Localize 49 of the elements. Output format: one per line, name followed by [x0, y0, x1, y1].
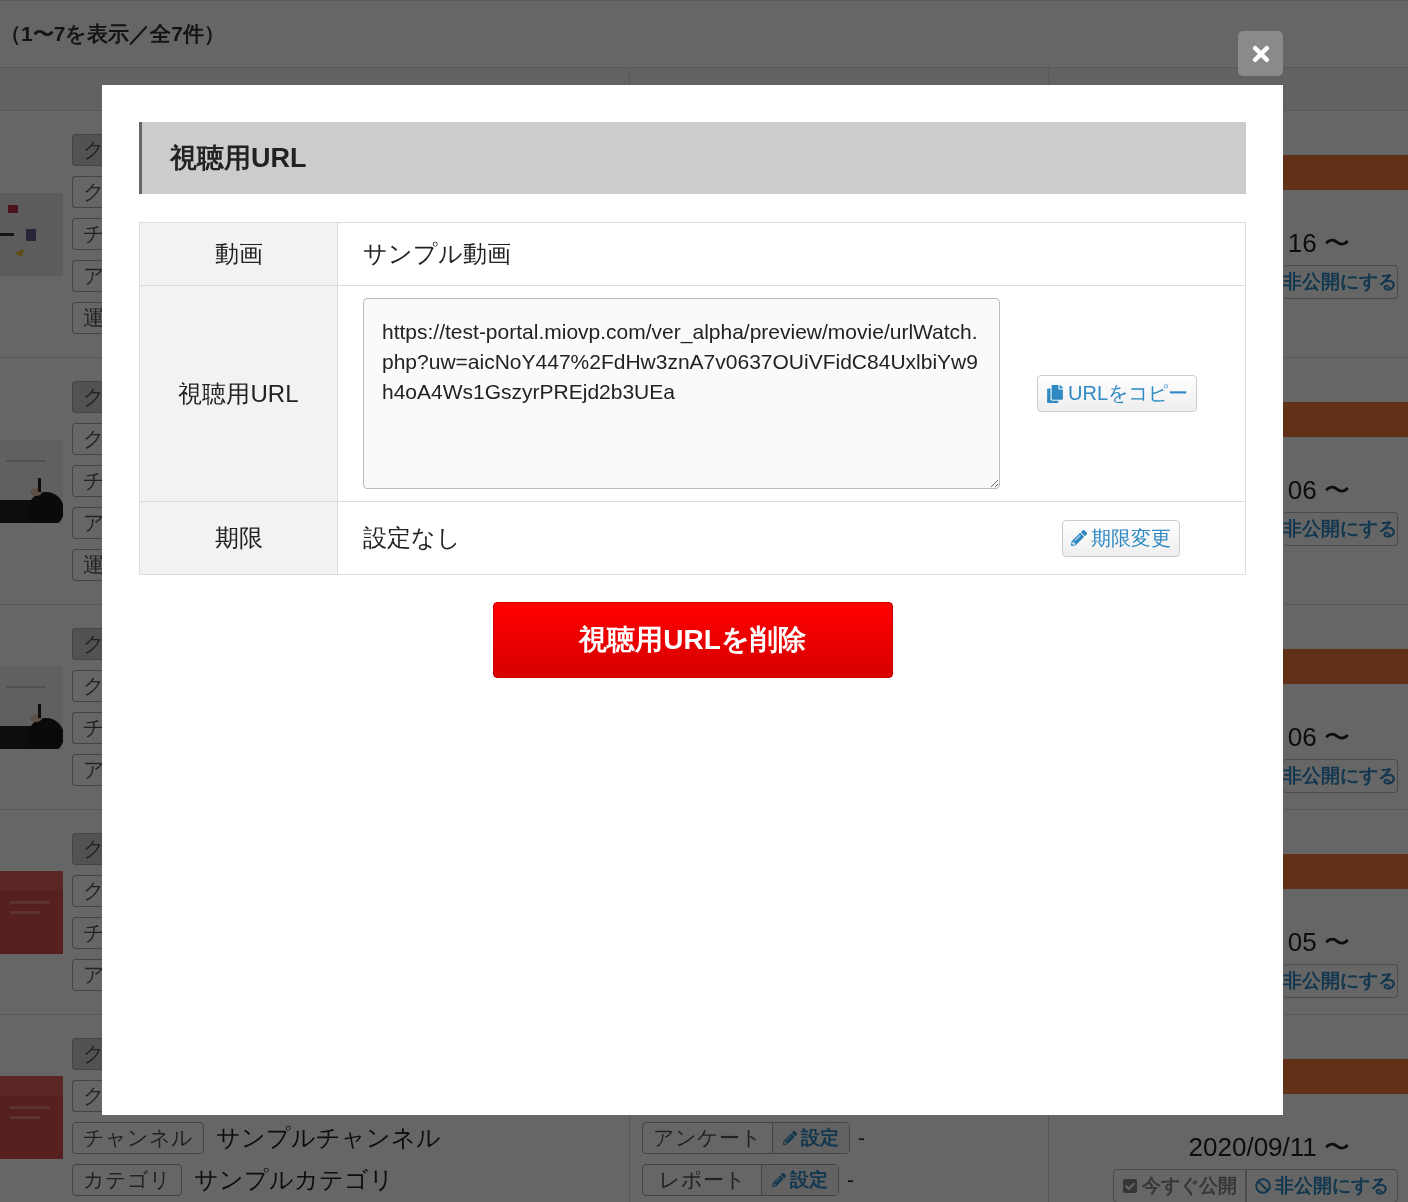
tag-value: サンプルチャンネル — [216, 1123, 441, 1153]
unpublish-button[interactable]: 非公開にする — [1283, 265, 1398, 299]
setting-value: - — [858, 1126, 865, 1150]
url-field[interactable]: https://test-portal.miovp.com/ver_alpha/preview/movie/urlWatch.php?uw=aicNoY447%2FdHw3znA7v0637OUiVFidC84UxlbiYw9h4oA4Ws1GszyrPREjd2b3UEa — [363, 298, 1000, 489]
tag-label: チ — [72, 712, 102, 744]
tag-label: チ — [72, 917, 102, 949]
field-label: 期限 — [140, 501, 338, 574]
tag-label: 運 — [72, 549, 102, 581]
tag-label: カテゴリ — [72, 1164, 182, 1196]
setting-button[interactable]: 設定 — [772, 1123, 849, 1153]
unpublish-button[interactable]: 非公開にする — [1283, 964, 1398, 998]
unpublish-button[interactable]: 非公開にする — [1283, 759, 1398, 793]
publish-date: 16 〜 — [1287, 228, 1350, 258]
tag-label: チ — [72, 465, 102, 497]
setting-label: レポート — [657, 1167, 747, 1193]
setting-value: - — [847, 1168, 854, 1192]
copy-icon — [1046, 384, 1064, 403]
publish-date: 06 〜 — [1287, 722, 1350, 752]
tag-label: ク — [72, 670, 102, 702]
close-button[interactable] — [1238, 31, 1283, 76]
delete-url-button[interactable]: 視聴用URLを削除 — [492, 602, 893, 678]
setting-button[interactable]: 設定 — [761, 1165, 838, 1195]
field-value: サンプル動画 — [363, 239, 512, 269]
pencil-icon — [1071, 530, 1087, 546]
unpublish-button[interactable]: 非公開にする — [1283, 512, 1398, 546]
tag-label: 運 — [72, 302, 102, 334]
field-value: 設定なし — [363, 523, 462, 553]
pencil-icon — [783, 1131, 797, 1145]
result-count: （1〜7を表示／全7件） — [0, 21, 226, 47]
tag-label: ク — [72, 1080, 102, 1112]
checkbox-icon — [1122, 1178, 1138, 1194]
tag-value: サンプルカテゴリ — [194, 1165, 394, 1195]
field-label: 視聴用URL — [140, 285, 338, 501]
ban-icon — [1255, 1178, 1271, 1194]
tag-label: ク — [72, 176, 102, 208]
dialog-title: 視聴用URL — [139, 122, 1246, 194]
unpublish-button[interactable]: 非公開にする — [1246, 1169, 1398, 1202]
tag-label: ク — [72, 423, 102, 455]
field-label: 動画 — [140, 223, 338, 285]
tag-label: ク — [72, 875, 102, 907]
change-expiry-button[interactable]: 期限変更 — [1062, 519, 1180, 557]
publish-date: 05 〜 — [1287, 927, 1350, 957]
pencil-icon — [772, 1173, 786, 1187]
publish-date: 2020/09/11 〜 — [1188, 1132, 1350, 1162]
setting-label: アンケート — [652, 1125, 763, 1151]
publish-date: 06 〜 — [1287, 475, 1350, 505]
tag-label: チャンネル — [72, 1122, 204, 1154]
tag-label: チ — [72, 218, 102, 250]
copy-url-button[interactable]: URLをコピー — [1037, 375, 1197, 412]
